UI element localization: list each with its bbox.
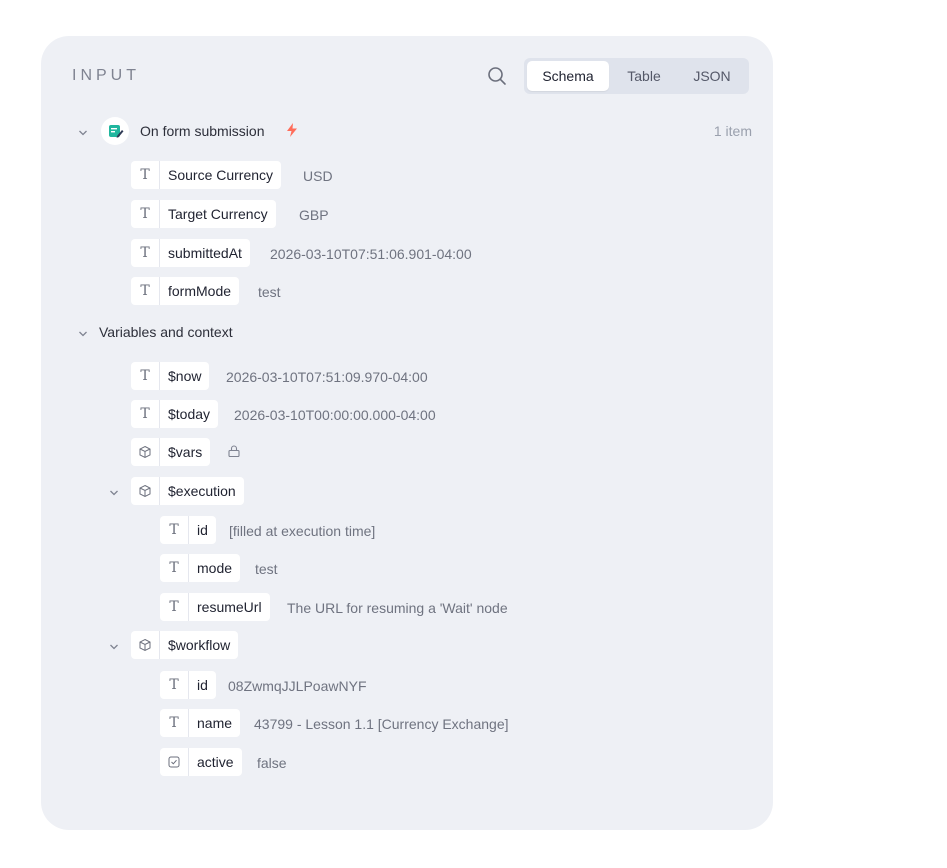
field-row: T id [filled at execution time] [41, 515, 752, 545]
scrollbar[interactable] [749, 116, 753, 791]
lock-icon [227, 444, 241, 458]
string-type-icon: T [160, 709, 189, 737]
field-key: submittedAt [168, 245, 242, 261]
field-row: T Target Currency GBP [41, 199, 752, 229]
field-pill[interactable]: T submittedAt [131, 239, 250, 267]
panel-title: INPUT [72, 67, 140, 84]
search-icon[interactable] [486, 65, 508, 87]
string-type-icon: T [131, 161, 160, 189]
execution-object-row[interactable]: $execution [41, 476, 752, 506]
field-pill[interactable]: $workflow [131, 631, 239, 659]
field-key: $vars [168, 444, 203, 460]
field-row: active false [41, 747, 752, 777]
form-trigger-icon [101, 117, 129, 145]
field-value: 43799 - Lesson 1.1 [Currency Exchange] [254, 716, 509, 732]
field-key: $execution [168, 483, 236, 499]
chevron-down-icon[interactable] [78, 125, 88, 136]
field-value: test [255, 561, 278, 577]
field-value: [filled at execution time] [229, 523, 376, 539]
string-type-icon: T [131, 400, 160, 428]
cube-icon [131, 631, 160, 659]
field-key: Target Currency [168, 206, 268, 222]
field-key: mode [197, 560, 233, 576]
field-row: T $today 2026-03-10T00:00:00.000-04:00 [41, 399, 752, 429]
workflow-object-row[interactable]: $workflow [41, 630, 752, 660]
chevron-down-icon[interactable] [109, 639, 119, 650]
field-row: T id 08ZwmqJJLPoawNYF [41, 670, 752, 700]
field-key: id [197, 522, 208, 538]
tab-table[interactable]: Table [612, 61, 676, 91]
panel-header: INPUT Schema Table JSON [41, 36, 773, 116]
field-pill[interactable]: T mode [160, 554, 241, 582]
field-pill[interactable]: T $now [131, 362, 210, 390]
field-row: T $now 2026-03-10T07:51:09.970-04:00 [41, 361, 752, 391]
field-row: $vars [41, 437, 752, 467]
field-pill[interactable]: T name [160, 709, 241, 737]
field-pill[interactable]: T Source Currency [131, 161, 282, 189]
field-value: 2026-03-10T07:51:06.901-04:00 [270, 246, 472, 262]
variables-section-row[interactable]: Variables and context [41, 317, 752, 347]
chevron-down-icon[interactable] [109, 485, 119, 496]
field-row: T Source Currency USD [41, 160, 752, 190]
string-type-icon: T [131, 200, 160, 228]
field-pill[interactable]: T formMode [131, 277, 240, 305]
field-row: T name 43799 - Lesson 1.1 [Currency Exch… [41, 708, 752, 738]
string-type-icon: T [160, 671, 189, 699]
field-pill[interactable]: T resumeUrl [160, 593, 270, 621]
field-value: GBP [299, 207, 329, 223]
chevron-down-icon[interactable] [78, 326, 88, 337]
cube-icon [131, 438, 160, 466]
trigger-node-row[interactable]: On form submission 1 item [41, 116, 752, 146]
field-value: USD [303, 168, 333, 184]
field-key: active [197, 754, 234, 770]
string-type-icon: T [160, 593, 189, 621]
string-type-icon: T [131, 362, 160, 390]
field-value: test [258, 284, 281, 300]
variables-section-label: Variables and context [99, 324, 233, 340]
field-pill[interactable]: T Target Currency [131, 200, 276, 228]
field-value: The URL for resuming a 'Wait' node [287, 600, 508, 616]
field-pill[interactable]: T id [160, 516, 216, 544]
field-value: 08ZwmqJJLPoawNYF [228, 678, 367, 694]
string-type-icon: T [160, 554, 189, 582]
field-value: 2026-03-10T07:51:09.970-04:00 [226, 369, 428, 385]
cube-icon [131, 477, 160, 505]
field-key: $now [168, 368, 202, 384]
field-row: T formMode test [41, 276, 752, 306]
field-key: $workflow [168, 637, 231, 653]
field-key: Source Currency [168, 167, 274, 183]
field-key: resumeUrl [197, 599, 262, 615]
field-pill[interactable]: active [160, 748, 242, 776]
schema-tree: On form submission 1 item T Source Curre… [41, 116, 752, 790]
string-type-icon: T [160, 516, 189, 544]
input-panel: INPUT Schema Table JSON On form submissi… [41, 36, 773, 830]
view-mode-toggle: Schema Table JSON [524, 58, 749, 94]
field-key: name [197, 715, 233, 731]
field-value: false [257, 755, 287, 771]
checkbox-icon [160, 748, 189, 776]
string-type-icon: T [131, 239, 160, 267]
field-row: T resumeUrl The URL for resuming a 'Wait… [41, 592, 752, 622]
field-pill[interactable]: $execution [131, 477, 244, 505]
field-key: id [197, 677, 208, 693]
field-pill[interactable]: $vars [131, 438, 211, 466]
field-row: T mode test [41, 553, 752, 583]
tab-schema[interactable]: Schema [527, 61, 609, 91]
field-key: formMode [168, 283, 232, 299]
item-count: 1 item [713, 123, 752, 139]
trigger-node-label: On form submission [140, 123, 265, 139]
field-pill[interactable]: T $today [131, 400, 219, 428]
field-row: T submittedAt 2026-03-10T07:51:06.901-04… [41, 238, 752, 268]
field-value: 2026-03-10T00:00:00.000-04:00 [234, 407, 436, 423]
tab-json[interactable]: JSON [679, 61, 745, 91]
lightning-icon [286, 123, 298, 140]
string-type-icon: T [131, 277, 160, 305]
field-pill[interactable]: T id [160, 671, 216, 699]
field-key: $today [168, 406, 211, 422]
